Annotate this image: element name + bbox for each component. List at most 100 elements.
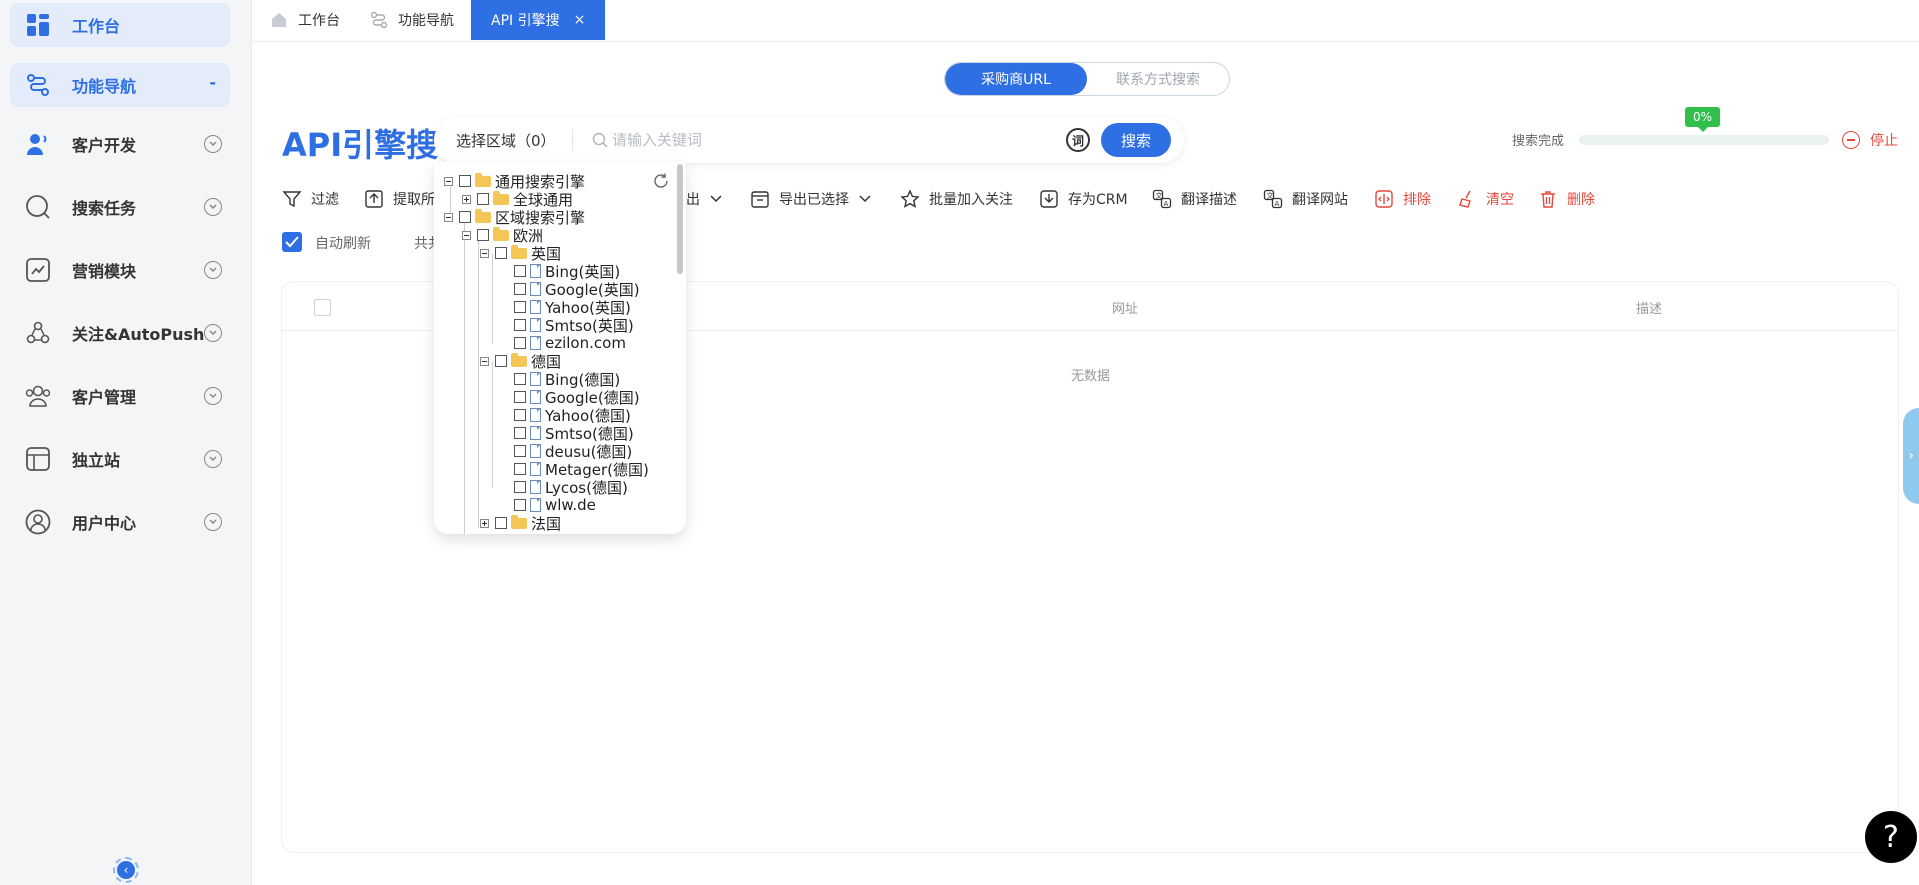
tree-node-folder[interactable]: 英国: [480, 244, 561, 263]
tree-checkbox[interactable]: [514, 499, 526, 511]
collapse-toggle-icon[interactable]: [480, 248, 489, 258]
nav-label: 用户中心: [72, 514, 137, 533]
collapse-toggle-icon[interactable]: [462, 230, 471, 240]
nav-label: 客户管理: [72, 388, 137, 407]
tree-checkbox[interactable]: [514, 427, 526, 439]
collapse-toggle-icon[interactable]: [444, 212, 453, 222]
mode-option-buyer-url[interactable]: 采购商URL: [945, 63, 1087, 95]
file-icon: [530, 336, 541, 350]
stop-label: 停止: [1870, 133, 1898, 149]
delete-button[interactable]: 删除: [1538, 188, 1595, 210]
tree-checkbox[interactable]: [514, 373, 526, 385]
tree-node-file[interactable]: Smtso(英国): [514, 316, 634, 335]
tree-node-file[interactable]: Yahoo(英国): [514, 298, 631, 317]
tree-node-file[interactable]: Bing(英国): [514, 262, 620, 281]
tree-node-file[interactable]: Google(德国): [514, 388, 640, 407]
tab-workbench[interactable]: 工作台: [270, 0, 340, 40]
tree-checkbox[interactable]: [514, 301, 526, 313]
progress-bar: [1579, 135, 1829, 145]
region-selector[interactable]: 选择区域（0）: [456, 130, 556, 151]
region-tree-dropdown: 通用搜索引擎 全球通用 区域搜索引擎 欧洲 英国 Bing(英国) Google…: [434, 162, 686, 534]
tree-node-file[interactable]: Yahoo(德国): [514, 406, 631, 425]
tab-api-engine-search[interactable]: API 引擎搜 ×: [471, 0, 606, 40]
filter-button[interactable]: 过滤: [282, 188, 339, 210]
extract-all-button[interactable]: 提取所: [364, 188, 435, 210]
nav-item-search-task[interactable]: 搜索任务: [10, 185, 230, 229]
tree-node-file[interactable]: Lycos(德国): [514, 478, 628, 497]
tree-node-file[interactable]: Google(英国): [514, 280, 640, 299]
tree-node-file[interactable]: Bing(德国): [514, 370, 620, 389]
tree-checkbox[interactable]: [477, 193, 489, 205]
tree-node-file[interactable]: ezilon.com: [514, 334, 626, 352]
expand-toggle-icon[interactable]: [462, 194, 471, 204]
nav-item-function-nav[interactable]: 功能导航 -: [10, 63, 230, 107]
nav-item-user-center[interactable]: 用户中心: [10, 500, 230, 544]
nav-item-independent-site[interactable]: 独立站: [10, 437, 230, 481]
tree-scrollbar[interactable]: [677, 164, 683, 274]
tree-node-file[interactable]: wlw.de: [514, 496, 596, 514]
tree-node-folder[interactable]: 通用搜索引擎: [444, 172, 585, 191]
tree-checkbox[interactable]: [459, 211, 471, 223]
auto-refresh-checkbox[interactable]: [282, 232, 302, 252]
folder-icon: [511, 244, 527, 259]
save-crm-button[interactable]: 存为CRM: [1039, 188, 1128, 210]
nav-item-marketing[interactable]: 营销模块: [10, 248, 230, 292]
stop-button[interactable]: 停止: [1842, 130, 1898, 150]
tree-node-file[interactable]: Smtso(德国): [514, 424, 634, 443]
sidebar-collapse-button[interactable]: ‹: [113, 857, 139, 883]
tree-node-folder[interactable]: 全球通用: [462, 190, 573, 209]
side-expand-tab[interactable]: ›: [1903, 408, 1919, 504]
batch-follow-button[interactable]: 批量加入关注: [900, 188, 1013, 210]
network-icon: [24, 319, 52, 347]
tree-checkbox[interactable]: [495, 355, 507, 367]
export-dropdown-button[interactable]: 出: [686, 188, 722, 210]
tree-checkbox[interactable]: [514, 337, 526, 349]
file-icon: [530, 462, 541, 476]
tree-node-folder[interactable]: 欧洲: [462, 226, 543, 245]
toolbar-label: 导出已选择: [779, 192, 849, 208]
search-button[interactable]: 搜索: [1101, 123, 1171, 157]
mode-option-contact-search[interactable]: 联系方式搜索: [1087, 63, 1229, 95]
nav-item-customer-mgmt[interactable]: 客户管理: [10, 374, 230, 418]
export-selected-button[interactable]: 导出已选择: [750, 188, 871, 210]
tree-checkbox[interactable]: [459, 175, 471, 187]
help-button[interactable]: ?: [1865, 811, 1917, 863]
tree-checkbox[interactable]: [514, 319, 526, 331]
tree-checkbox[interactable]: [514, 463, 526, 475]
tree-checkbox[interactable]: [495, 517, 507, 529]
tree-checkbox[interactable]: [477, 229, 489, 241]
tree-checkbox[interactable]: [514, 391, 526, 403]
select-all-checkbox[interactable]: [314, 299, 331, 316]
tree-node-folder[interactable]: 法国: [480, 514, 561, 533]
keyword-button[interactable]: 词: [1066, 128, 1090, 152]
translate-desc-button[interactable]: 文A 翻译描述: [1152, 188, 1237, 210]
tree-node-file[interactable]: deusu(德国): [514, 442, 632, 461]
collapse-toggle-icon[interactable]: [444, 176, 453, 186]
exclude-button[interactable]: 排除: [1374, 188, 1431, 210]
tree-checkbox[interactable]: [514, 265, 526, 277]
tree-checkbox[interactable]: [514, 481, 526, 493]
nav-item-customer-dev[interactable]: 客户开发: [10, 122, 230, 166]
tree-node-folder[interactable]: 区域搜索引擎: [444, 208, 585, 227]
tree-checkbox[interactable]: [514, 445, 526, 457]
tree-node-file[interactable]: Metager(德国): [514, 460, 649, 479]
search-input[interactable]: [612, 125, 992, 155]
refresh-icon[interactable]: [652, 172, 670, 190]
folder-icon: [511, 514, 527, 529]
tree-checkbox[interactable]: [495, 247, 507, 259]
collapse-toggle-icon[interactable]: [480, 356, 489, 366]
toolbar-label: 出: [686, 192, 700, 208]
search-icon: [592, 132, 608, 148]
file-icon: [530, 498, 541, 512]
expand-toggle-icon[interactable]: [480, 518, 489, 528]
star-icon: [900, 189, 920, 209]
tree-node-folder[interactable]: 德国: [480, 352, 561, 371]
tree-checkbox[interactable]: [514, 283, 526, 295]
clear-button[interactable]: 清空: [1457, 188, 1514, 210]
nav-item-follow-autopush[interactable]: 关注&AutoPush: [10, 311, 230, 355]
translate-site-button[interactable]: 文A 翻译网站: [1263, 188, 1348, 210]
close-icon[interactable]: ×: [574, 12, 586, 28]
tab-function-nav[interactable]: 功能导航: [370, 0, 454, 40]
nav-item-workbench[interactable]: 工作台: [10, 3, 230, 47]
tree-checkbox[interactable]: [514, 409, 526, 421]
